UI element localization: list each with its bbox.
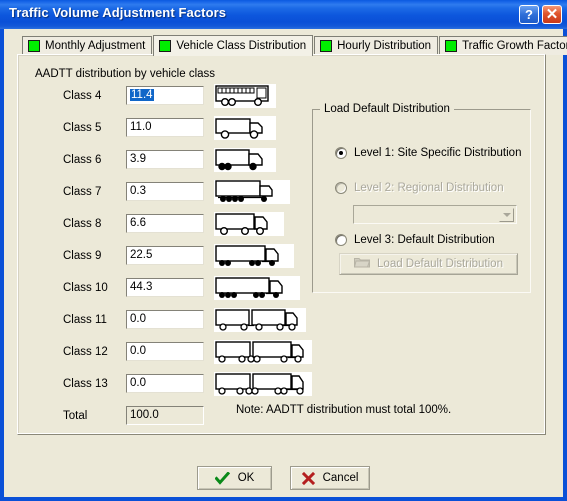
multi-trailer-6-axle-truck-icon: [214, 340, 312, 364]
class-label: Class 11: [63, 314, 107, 326]
x-mark-icon: [301, 471, 315, 485]
class-13-value-input[interactable]: 0.0: [126, 374, 204, 393]
single-unit-4-axle-truck-icon: [214, 180, 290, 204]
single-trailer-3-axle-truck-icon: [214, 212, 284, 236]
class-value: 22.5: [130, 249, 153, 261]
class-10-value-input[interactable]: 44.3: [126, 278, 204, 297]
bus-icon: [214, 84, 276, 108]
class-label: Class 7: [63, 186, 102, 198]
tab-status-chip-icon: [28, 40, 40, 52]
cancel-button[interactable]: Cancel: [290, 466, 370, 490]
vehicle-class-distribution-panel: AADTT distribution by vehicle class Clas…: [17, 54, 546, 435]
traffic-volume-adjustment-dialog: Traffic Volume Adjustment Factors ? ✕ Mo…: [0, 0, 567, 501]
tab-hourly-distribution[interactable]: Hourly Distribution: [314, 36, 439, 55]
class-value: 0.0: [130, 345, 146, 357]
cancel-label: Cancel: [322, 472, 359, 484]
radio-button-icon: [335, 234, 347, 246]
close-icon: ✕: [545, 6, 559, 23]
class-12-value-input[interactable]: 0.0: [126, 342, 204, 361]
multi-trailer-5-axle-truck-icon: [214, 308, 306, 332]
class-5-value-input[interactable]: 11.0: [126, 118, 204, 137]
radio-button-icon: [335, 182, 347, 194]
class-label: Class 9: [63, 250, 102, 262]
single-trailer-5-axle-truck-icon: [214, 244, 294, 268]
class-9-value-input[interactable]: 22.5: [126, 246, 204, 265]
group-title: Load Default Distribution: [320, 103, 454, 115]
tab-status-chip-icon: [320, 40, 333, 52]
class-label: Class 10: [63, 282, 108, 294]
class-label: Class 5: [63, 122, 102, 134]
tab-label: Monthly Adjustment: [45, 40, 146, 52]
tab-label: Hourly Distribution: [337, 40, 432, 52]
total-value-field: 100.0: [126, 406, 204, 425]
title-bar[interactable]: Traffic Volume Adjustment Factors ? ✕: [0, 0, 567, 29]
single-unit-2-axle-truck-icon: [214, 116, 276, 140]
class-value: 44.3: [130, 281, 153, 293]
radio-level-3-default[interactable]: Level 3: Default Distribution: [335, 234, 495, 246]
folder-open-icon: [353, 255, 371, 273]
radio-level-1-site-specific[interactable]: Level 1: Site Specific Distribution: [335, 147, 521, 159]
class-4-value-input[interactable]: 11.4: [126, 86, 204, 105]
tab-strip: Monthly Adjustment Vehicle Class Distrib…: [22, 35, 567, 56]
class-value: 0.0: [130, 377, 146, 389]
help-button[interactable]: ?: [519, 5, 539, 24]
load-button-label: Load Default Distribution: [377, 258, 503, 270]
tab-status-chip-icon: [445, 40, 458, 52]
class-label: Class 4: [63, 90, 102, 102]
radio-label: Level 2: Regional Distribution: [354, 182, 504, 194]
class-label: Class 6: [63, 154, 102, 166]
single-trailer-6-axle-truck-icon: [214, 276, 300, 300]
tab-vehicle-class-distribution[interactable]: Vehicle Class Distribution: [153, 35, 314, 56]
close-button[interactable]: ✕: [542, 5, 562, 24]
class-value: 0.3: [130, 185, 146, 197]
class-8-value-input[interactable]: 6.6: [126, 214, 204, 233]
class-value: 3.9: [130, 153, 146, 165]
multi-trailer-7-axle-truck-icon: [214, 372, 312, 396]
chevron-down-icon: [499, 208, 514, 222]
tab-traffic-growth-factors[interactable]: Traffic Growth Factors: [439, 36, 567, 55]
section-title: AADTT distribution by vehicle class: [35, 68, 216, 80]
ok-button[interactable]: OK: [197, 466, 272, 490]
class-7-value-input[interactable]: 0.3: [126, 182, 204, 201]
class-11-value-input[interactable]: 0.0: [126, 310, 204, 329]
tab-label: Vehicle Class Distribution: [176, 40, 307, 52]
radio-label: Level 3: Default Distribution: [354, 234, 495, 246]
class-value: 11.4: [130, 89, 154, 101]
total-value: 100.0: [130, 409, 159, 421]
class-value: 6.6: [130, 217, 146, 229]
class-label: Class 13: [63, 378, 108, 390]
question-mark-icon: ?: [525, 7, 533, 22]
single-unit-3-axle-truck-icon: [214, 148, 276, 172]
load-default-distribution-group: Load Default Distribution Level 1: Site …: [312, 103, 531, 293]
class-value: 0.0: [130, 313, 146, 325]
window-title: Traffic Volume Adjustment Factors: [9, 5, 227, 20]
ok-label: OK: [237, 472, 255, 484]
distribution-note: Note: AADTT distribution must total 100%…: [236, 404, 452, 416]
tab-label: Traffic Growth Factors: [462, 40, 567, 52]
radio-label: Level 1: Site Specific Distribution: [354, 147, 522, 159]
class-value: 11.0: [130, 121, 152, 133]
class-label: Class 12: [63, 346, 108, 358]
tab-status-chip-icon: [159, 40, 172, 52]
tab-monthly-adjustment[interactable]: Monthly Adjustment: [22, 36, 153, 55]
class-label: Class 8: [63, 218, 102, 230]
radio-button-icon: [335, 147, 347, 159]
radio-level-2-regional: Level 2: Regional Distribution: [335, 182, 504, 194]
class-6-value-input[interactable]: 3.9: [126, 150, 204, 169]
total-label: Total: [63, 410, 88, 422]
checkmark-icon: [214, 471, 230, 485]
load-default-distribution-button: Load Default Distribution: [339, 253, 518, 275]
regional-distribution-combobox: [353, 205, 517, 224]
